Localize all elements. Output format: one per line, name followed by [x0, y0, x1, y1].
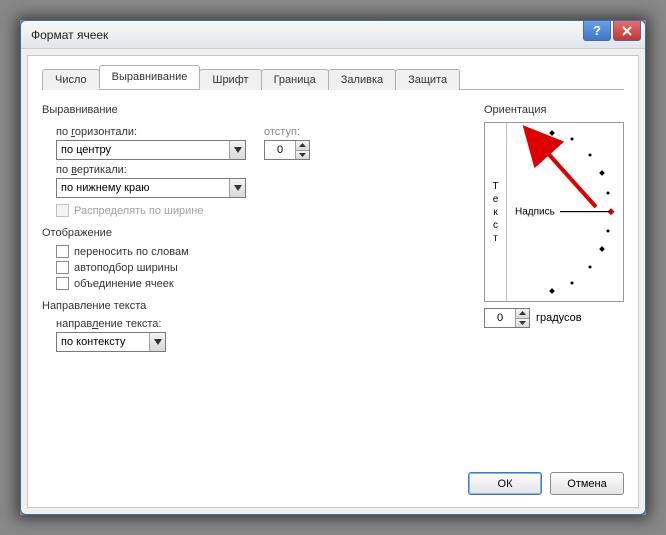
tab-alignment[interactable]: Выравнивание: [99, 65, 201, 89]
vertical-value[interactable]: [57, 179, 229, 197]
horizontal-combo[interactable]: [56, 140, 246, 160]
tab-font[interactable]: Шрифт: [199, 69, 261, 90]
wrap-checkbox[interactable]: переносить по словам: [56, 245, 468, 258]
indent-value[interactable]: [265, 141, 295, 159]
orientation-vertical-label[interactable]: Текст: [485, 123, 507, 301]
chevron-down-icon: [234, 185, 242, 191]
degree-up[interactable]: [515, 309, 529, 319]
indent-down[interactable]: [295, 151, 309, 160]
direction-value[interactable]: [57, 333, 149, 351]
close-button[interactable]: [613, 21, 641, 41]
direction-combo[interactable]: [56, 332, 166, 352]
vertical-label: по вертикали:: [56, 164, 246, 176]
tab-fill[interactable]: Заливка: [328, 69, 396, 90]
shrink-checkbox[interactable]: автоподбор ширины: [56, 261, 468, 274]
distribute-checkbox: Распределять по ширине: [56, 204, 468, 217]
direction-dropdown-button[interactable]: [149, 333, 165, 351]
degree-label: градусов: [536, 312, 582, 324]
help-button[interactable]: ?: [583, 21, 611, 41]
indent-up[interactable]: [295, 141, 309, 151]
close-icon: [622, 26, 632, 36]
group-display: Отображение: [42, 227, 468, 239]
horizontal-value[interactable]: [57, 141, 229, 159]
degree-down[interactable]: [515, 319, 529, 328]
chevron-up-icon: [299, 143, 306, 147]
horizontal-label: по горизонтали:: [56, 126, 246, 138]
orientation-word: Надпись: [515, 207, 555, 218]
indent-spinner[interactable]: [264, 140, 310, 160]
titlebar[interactable]: Формат ячеек ?: [21, 21, 645, 49]
window-title: Формат ячеек: [31, 28, 108, 42]
client-area: Число Выравнивание Шрифт Граница Заливка…: [27, 55, 639, 508]
cancel-button[interactable]: Отмена: [550, 472, 624, 495]
degree-value[interactable]: [485, 309, 515, 327]
tab-border[interactable]: Граница: [261, 69, 329, 90]
tab-strip: Число Выравнивание Шрифт Граница Заливка…: [42, 66, 624, 90]
chevron-up-icon: [519, 311, 526, 315]
vertical-dropdown-button[interactable]: [229, 179, 245, 197]
group-direction: Направление текста: [42, 300, 468, 312]
chevron-down-icon: [519, 321, 526, 325]
tab-number[interactable]: Число: [42, 69, 100, 90]
orientation-control[interactable]: Текст Надпись: [484, 122, 624, 302]
direction-label: направление текста:: [56, 318, 468, 330]
chevron-down-icon: [299, 153, 306, 157]
merge-checkbox[interactable]: объединение ячеек: [56, 277, 468, 290]
vertical-combo[interactable]: [56, 178, 246, 198]
group-orientation: Ориентация: [484, 104, 624, 116]
indent-label: отступ:: [264, 126, 310, 138]
ok-button[interactable]: ОК: [468, 472, 542, 495]
tab-protection[interactable]: Защита: [395, 69, 460, 90]
orientation-dial[interactable]: Надпись: [507, 123, 623, 301]
chevron-down-icon: [234, 147, 242, 153]
dialog-format-cells: Формат ячеек ? Число Выравнивание Шрифт …: [20, 20, 646, 515]
horizontal-dropdown-button[interactable]: [229, 141, 245, 159]
degree-spinner[interactable]: [484, 308, 530, 328]
chevron-down-icon: [154, 339, 162, 345]
group-alignment: Выравнивание: [42, 104, 468, 116]
